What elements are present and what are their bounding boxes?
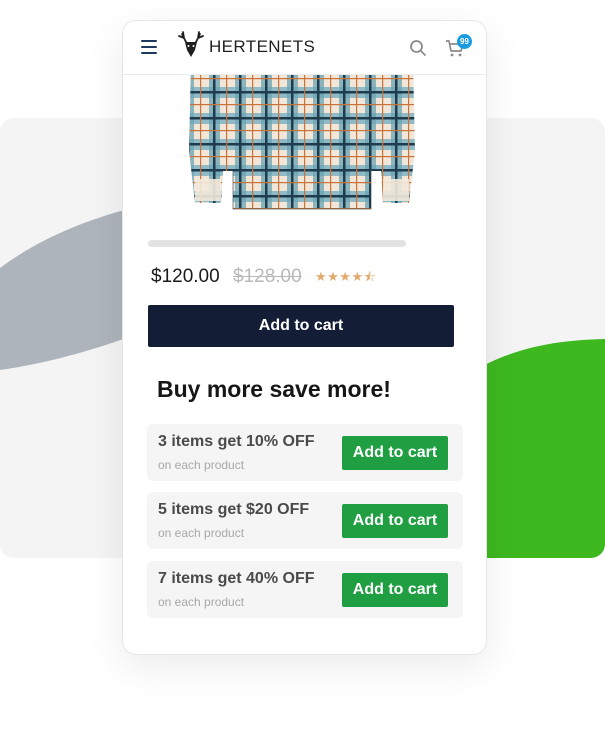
phone-frame: HERTENETS 99 $120.00 $128.00 ★★★★⯪ Add t… — [122, 20, 487, 655]
current-price: $120.00 — [151, 266, 220, 287]
deer-logo-icon — [178, 31, 204, 57]
offer-title: 7 items get 40% OFF — [158, 570, 315, 587]
offer-title: 5 items get $20 OFF — [158, 501, 310, 518]
cart-count-badge: 99 — [457, 34, 472, 49]
product-image — [189, 61, 415, 210]
offer-card: 3 items get 10% OFF on each product Add … — [147, 424, 463, 481]
offer-title: 3 items get 10% OFF — [158, 433, 315, 450]
brand-name: HERTENETS — [209, 36, 316, 56]
old-price: $128.00 — [233, 266, 302, 287]
offer-subtitle: on each product — [158, 595, 245, 609]
header: HERTENETS 99 — [123, 21, 486, 75]
add-to-cart-button[interactable]: Add to cart — [148, 305, 454, 347]
logo[interactable]: HERTENETS — [176, 30, 315, 60]
bundle-offers-title: Buy more save more! — [157, 376, 391, 402]
rating-stars: ★★★★⯪ — [315, 269, 377, 284]
menu-icon[interactable] — [141, 40, 157, 54]
offer-add-to-cart-button[interactable]: Add to cart — [342, 436, 448, 470]
offer-subtitle: on each product — [158, 526, 245, 540]
offer-card: 7 items get 40% OFF on each product Add … — [147, 561, 463, 618]
search-icon[interactable] — [409, 39, 427, 57]
product-title-placeholder — [148, 240, 406, 247]
offer-add-to-cart-button[interactable]: Add to cart — [342, 573, 448, 607]
offer-add-to-cart-button[interactable]: Add to cart — [342, 504, 448, 538]
offer-card: 5 items get $20 OFF on each product Add … — [147, 492, 463, 549]
offer-subtitle: on each product — [158, 458, 245, 472]
